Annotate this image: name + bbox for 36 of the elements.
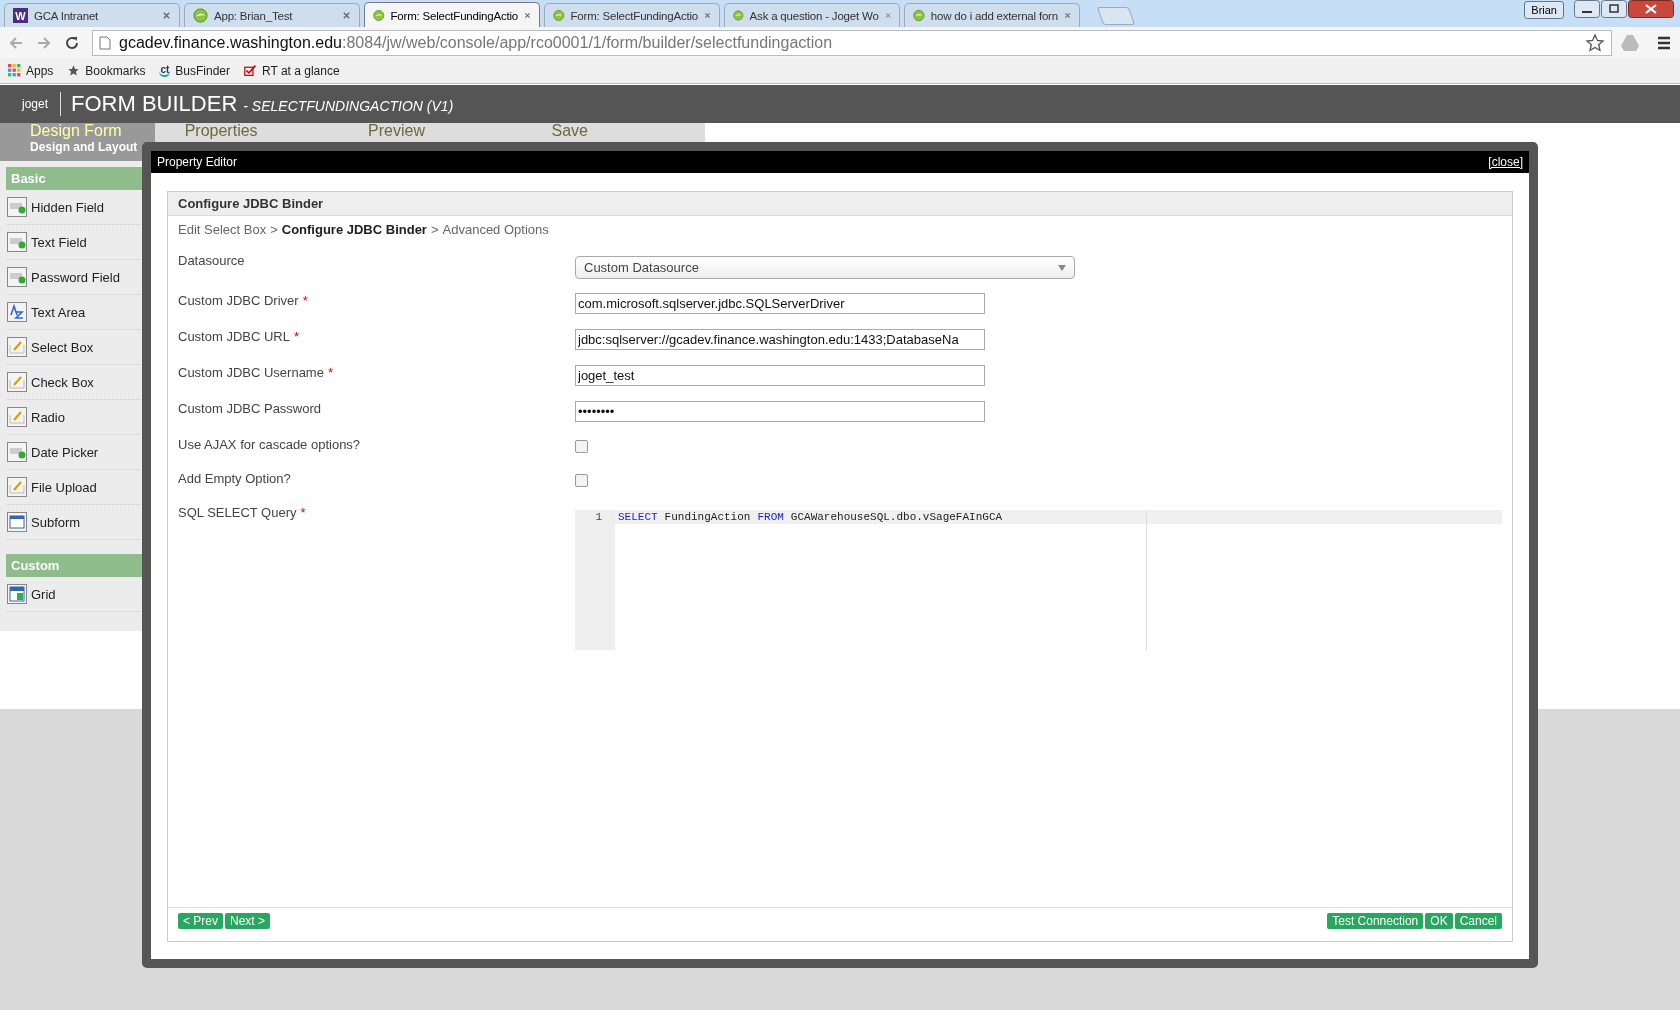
palette-item-label: Text Field xyxy=(31,234,87,250)
field-label: Custom JDBC URL xyxy=(178,329,290,344)
field-label: Datasource xyxy=(178,253,245,268)
palette-item-label: Select Box xyxy=(31,339,94,355)
palette-item-label: Text Area xyxy=(31,304,86,320)
field-label: Custom JDBC Username xyxy=(178,365,324,380)
url-text: gcadev.finance.washington.edu:8084/jw/web/console/app/rco0001/1/form/builder/selectfundingaction xyxy=(119,33,834,52)
field-label: SQL SELECT Query xyxy=(178,505,297,520)
required-mark: * xyxy=(300,505,306,520)
field-label: Custom JDBC Driver xyxy=(178,293,299,308)
palette-item-label: Check Box xyxy=(31,374,94,390)
form-name: - SELECTFUNDINGACTION (V1) xyxy=(243,98,454,114)
breadcrumb-item: Edit Select Box xyxy=(178,222,267,237)
palette-item-label: File Upload xyxy=(31,479,97,495)
breadcrumb-item: Configure JDBC Binder xyxy=(281,222,427,237)
field-label: Use AJAX for cascade options? xyxy=(178,437,361,452)
field-label: Custom JDBC Password xyxy=(178,401,322,416)
dialog-title: Property Editor xyxy=(157,155,238,169)
breadcrumb-item: > xyxy=(430,222,439,237)
palette-item-label: Subform xyxy=(31,514,81,530)
app-logo: joget xyxy=(22,92,62,116)
site-logo-icon: W xyxy=(13,8,28,23)
palette-item-label: Date Picker xyxy=(31,444,99,460)
field-label: Add Empty Option? xyxy=(178,471,291,486)
required-mark: * xyxy=(293,329,300,344)
breadcrumb-item: > xyxy=(270,222,278,237)
required-mark: * xyxy=(302,293,308,308)
required-mark: * xyxy=(327,365,333,380)
app-title: FORM BUILDER xyxy=(71,91,238,117)
palette-item-label: Grid xyxy=(31,586,56,602)
line-number: 1 xyxy=(594,510,602,524)
palette-item-label: Radio xyxy=(31,409,65,425)
panel-title: Configure JDBC Binder xyxy=(168,192,1512,216)
palette-item-label: Hidden Field xyxy=(31,199,104,215)
breadcrumb-item: Advanced Options xyxy=(442,222,549,237)
palette-item-label: Password Field xyxy=(31,269,120,285)
